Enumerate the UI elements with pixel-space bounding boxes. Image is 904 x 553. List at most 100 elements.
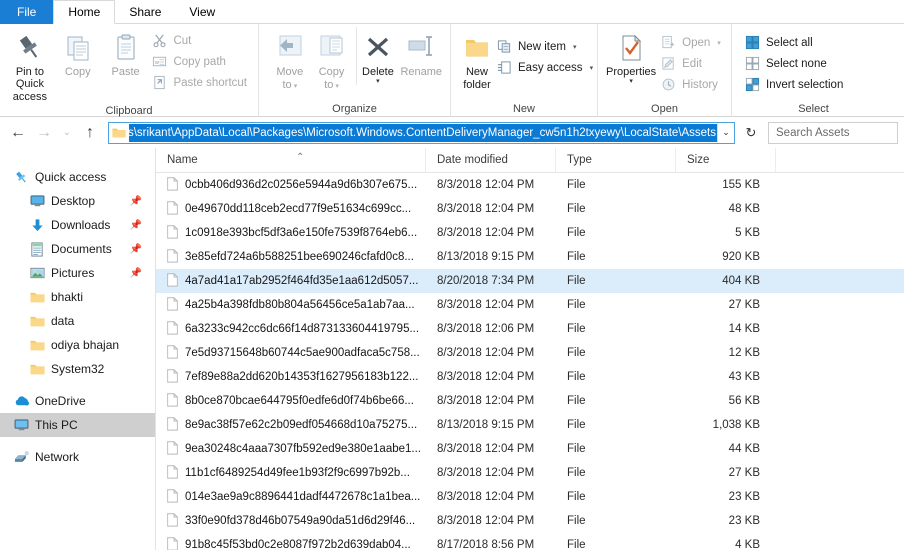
table-row[interactable]: 8e9ac38f57e62c2b09edf054668d10a75275... 8… [156, 413, 904, 437]
sidebar-item-system32[interactable]: System32 [0, 357, 155, 381]
move-to-icon [274, 31, 306, 65]
sidebar-item-this-pc[interactable]: This PC [0, 413, 155, 437]
file-name-text: 11b1cf6489254d49fee1b93f2f9c6997b92b... [185, 467, 410, 479]
new-folder-button[interactable]: New folder [460, 27, 494, 91]
select-all-button[interactable]: Select all [742, 32, 848, 53]
select-none-button[interactable]: Select none [742, 53, 848, 74]
sidebar-item-documents[interactable]: Documents 📌 [0, 237, 155, 261]
main-content: Quick access Desktop 📌 Downloads � [0, 147, 904, 550]
onedrive-icon [14, 395, 35, 407]
paste-shortcut-button[interactable]: Paste shortcut [149, 72, 252, 93]
address-bar[interactable]: sers\srikant\AppData\Local\Packages\Micr… [108, 121, 735, 144]
move-to-button[interactable]: Move to ▾ [269, 27, 311, 93]
copy-to-button[interactable]: Copy to ▾ [311, 27, 353, 93]
search-input[interactable]: Search Assets [768, 121, 898, 144]
sidebar-item-pictures[interactable]: Pictures 📌 [0, 261, 155, 285]
column-header-date-modified[interactable]: Date modified [426, 147, 556, 173]
table-row[interactable]: 7e5d93715648b60744c5ae900adfaca5c758... 8… [156, 341, 904, 365]
history-button[interactable]: History [658, 74, 726, 95]
table-row[interactable]: 4a25b4a398fdb80b804a56456ce5a1ab7aa... 8/… [156, 293, 904, 317]
sidebar-item-onedrive[interactable]: OneDrive [0, 389, 155, 413]
table-row[interactable]: 9ea30248c4aaa7307fb592ed9e380e1aabe1... 8… [156, 437, 904, 461]
delete-button[interactable]: Delete ▾ [356, 27, 398, 85]
sidebar-item-bhakti[interactable]: bhakti [0, 285, 155, 309]
table-row[interactable]: 0cbb406d936d2c0256e5944a9d6b307e675... 8/… [156, 173, 904, 197]
sidebar-item-desktop[interactable]: Desktop 📌 [0, 189, 155, 213]
table-row[interactable]: 8b0ce870bcae644795f0edfe6d0f74b6be66... 8… [156, 389, 904, 413]
pin-icon[interactable]: 📌 [130, 268, 142, 279]
edit-button[interactable]: Edit [658, 53, 726, 74]
new-folder-label-line1: New [465, 66, 488, 78]
column-header-name[interactable]: Name ⌃ [156, 147, 426, 173]
copy-button[interactable]: Copy [54, 27, 102, 78]
recent-locations-button[interactable]: ⌄ [58, 121, 76, 145]
table-row[interactable]: 4a7ad41a17ab2952f464fd35e1aa612d5057... 8… [156, 269, 904, 293]
cut-button[interactable]: Cut [149, 30, 252, 51]
copy-path-button[interactable]: w Copy path [149, 51, 252, 72]
back-button[interactable]: ← [6, 121, 30, 145]
tab-share[interactable]: Share [115, 0, 175, 24]
table-row[interactable]: 1c0918e393bcf5df3a6e150fe7539f8764eb6...… [156, 221, 904, 245]
select-all-icon [744, 34, 761, 51]
rename-button[interactable]: Rename [398, 27, 444, 78]
file-type-cell: File [567, 515, 586, 527]
address-dropdown-icon[interactable]: ⌄ [717, 122, 734, 143]
pin-icon[interactable]: 📌 [130, 196, 142, 207]
file-date-cell: 8/3/2018 12:04 PM [437, 443, 535, 455]
file-size-cell: 23 KB [728, 491, 760, 503]
file-date-cell: 8/17/2018 8:56 PM [437, 539, 535, 550]
history-label: History [682, 78, 718, 91]
tab-file[interactable]: File [0, 0, 54, 24]
table-row[interactable]: 014e3ae9a9c8896441dadf4472678c1a1bea... 8… [156, 485, 904, 509]
forward-button[interactable]: → [32, 121, 56, 145]
pin-to-quick-access-button[interactable]: Pin to Quick access [6, 27, 54, 103]
pin-icon[interactable]: 📌 [130, 244, 142, 255]
file-size-cell: 48 KB [728, 203, 760, 215]
search-placeholder-text: Search Assets [776, 126, 850, 139]
new-item-button[interactable]: New item ▾ [494, 36, 598, 57]
address-path-text[interactable]: sers\srikant\AppData\Local\Packages\Micr… [129, 123, 717, 142]
select-group-title: Select [798, 103, 829, 115]
sidebar-item-downloads[interactable]: Downloads 📌 [0, 213, 155, 237]
table-row[interactable]: 33f0e90fd378d46b07549a90da51d6d29f46... 8… [156, 509, 904, 533]
file-type-cell: File [567, 467, 586, 479]
file-size-cell: 56 KB [728, 395, 760, 407]
file-name-text: 6a3233c942cc6dc66f14d873133604419795... [185, 323, 420, 335]
file-size-cell: 23 KB [728, 515, 760, 527]
up-button[interactable]: ↑ [78, 121, 102, 145]
properties-button[interactable]: Properties ▾ [604, 27, 658, 85]
chevron-down-icon: ▾ [629, 78, 633, 85]
sidebar-item-network[interactable]: Network [0, 445, 155, 469]
table-row[interactable]: 91b8c45f53bd0c2e8087f972b2d639dab04... 8/… [156, 533, 904, 550]
file-name-text: 8b0ce870bcae644795f0edfe6d0f74b6be66... [185, 395, 414, 407]
table-row[interactable]: 3e85efd724a6b588251bee690246cfafd0c8... 8… [156, 245, 904, 269]
refresh-button[interactable]: ↻ [740, 122, 762, 144]
table-row[interactable]: 7ef89e88a2dd620b14353f1627956183b122... 8… [156, 365, 904, 389]
desktop-icon [30, 194, 51, 208]
open-button[interactable]: Open ▾ [658, 32, 726, 53]
table-row[interactable]: 0e49670dd118ceb2ecd77f9e51634c699cc... 8/… [156, 197, 904, 221]
pictures-icon [30, 266, 51, 280]
invert-selection-button[interactable]: Invert selection [742, 74, 848, 95]
downloads-icon [30, 218, 51, 233]
file-size-cell: 12 KB [728, 347, 760, 359]
column-header-type[interactable]: Type [556, 147, 676, 173]
sidebar-item-quick-access[interactable]: Quick access [0, 165, 155, 189]
column-header-size[interactable]: Size [676, 147, 776, 173]
file-name-text: 1c0918e393bcf5df3a6e150fe7539f8764eb6... [185, 227, 418, 239]
file-size-cell: 44 KB [728, 443, 760, 455]
sidebar-item-odiya-bhajan[interactable]: odiya bhajan [0, 333, 155, 357]
file-name-text: 3e85efd724a6b588251bee690246cfafd0c8... [185, 251, 414, 263]
pin-icon[interactable]: 📌 [130, 220, 142, 231]
table-row[interactable]: 6a3233c942cc6dc66f14d873133604419795... 8… [156, 317, 904, 341]
table-row[interactable]: 11b1cf6489254d49fee1b93f2f9c6997b92b... 8… [156, 461, 904, 485]
paste-button[interactable]: Paste [102, 27, 150, 78]
navigation-pane: Quick access Desktop 📌 Downloads � [0, 148, 156, 550]
tab-home[interactable]: Home [53, 0, 116, 24]
easy-access-button[interactable]: Easy access ▾ [494, 57, 598, 78]
tab-view[interactable]: View [175, 0, 229, 24]
invert-selection-icon [744, 76, 761, 93]
sidebar-item-data[interactable]: data [0, 309, 155, 333]
move-to-label-line1: Move [276, 66, 304, 78]
sidebar-label: Desktop [51, 194, 96, 208]
